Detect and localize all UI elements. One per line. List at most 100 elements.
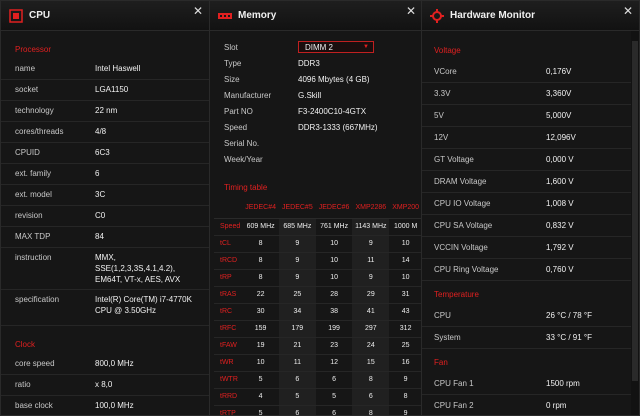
mem-row-week-year: Week/Year bbox=[224, 154, 263, 164]
timing-cell: 41 bbox=[352, 303, 390, 321]
timing-cell: 8 bbox=[242, 252, 279, 270]
volt-row-gt: GT Voltage 0,000 V bbox=[422, 149, 639, 171]
timing-cell: 43 bbox=[389, 303, 422, 321]
timing-cell: 4 bbox=[242, 388, 279, 406]
slot-dropdown[interactable]: DIMM 2 ▼ bbox=[298, 41, 374, 53]
timing-row-label: tWTR bbox=[214, 371, 243, 389]
mem-row-part-no: Part NO F3-2400C10-4GTX bbox=[224, 106, 367, 116]
timing-cell: 6 bbox=[315, 371, 353, 389]
timing-cell: 8 bbox=[352, 405, 390, 415]
timing-cell: 23 bbox=[315, 337, 353, 355]
cpu-row-instruction: instruction MMX, SSE(1,2,3,3S,4.1,4.2), E… bbox=[1, 248, 209, 290]
cpu-row-ext-family: ext. family 6 bbox=[1, 164, 209, 185]
timing-cell: 9 bbox=[352, 235, 390, 253]
timing-cell: 8 bbox=[242, 235, 279, 253]
timing-row: tRRD 4 5 5 6 8 bbox=[214, 388, 422, 406]
volt-row-vccin: VCCIN Voltage 1,792 V bbox=[422, 237, 639, 259]
timing-cell: 8 bbox=[389, 388, 422, 406]
mem-row-type: Type DDR3 bbox=[224, 58, 320, 68]
timing-cell: 21 bbox=[278, 337, 316, 355]
timing-cell: 25 bbox=[278, 286, 316, 304]
processor-list: name Intel Haswell socket LGA1150 technolo… bbox=[1, 59, 209, 326]
timing-header-xmp200: XMP200 bbox=[389, 198, 422, 219]
volt-row-dram: DRAM Voltage 1,600 V bbox=[422, 171, 639, 193]
cpu-row-cpuid: CPUID 6C3 bbox=[1, 143, 209, 164]
timing-cell: 6 bbox=[278, 405, 316, 415]
cpu-row-technology: technology 22 nm bbox=[1, 101, 209, 122]
cpu-icon bbox=[9, 8, 23, 23]
timing-cell: 12 bbox=[315, 354, 353, 372]
timing-row-label: tFAW bbox=[214, 337, 243, 355]
timing-row: tWTR 5 6 6 8 9 bbox=[214, 371, 422, 389]
timing-cell: 10 bbox=[315, 235, 353, 253]
timing-cell: 10 bbox=[315, 252, 353, 270]
timing-cell: 6 bbox=[315, 405, 353, 415]
timing-cell: 10 bbox=[315, 269, 353, 287]
memory-close-button[interactable]: ✕ bbox=[404, 5, 418, 19]
timing-cell: 10 bbox=[389, 235, 422, 253]
chevron-down-icon: ▼ bbox=[363, 44, 369, 50]
hw-scrollbar-thumb[interactable] bbox=[632, 41, 638, 381]
timing-cell: 29 bbox=[352, 286, 390, 304]
timing-cell: 11 bbox=[278, 354, 316, 372]
hardware-monitor-close-button[interactable]: ✕ bbox=[621, 5, 635, 19]
timing-row-label: Speed bbox=[214, 218, 243, 236]
timing-cell: 19 bbox=[242, 337, 279, 355]
cpu-titlebar[interactable]: CPU ✕ bbox=[1, 1, 209, 31]
timing-cell: 9 bbox=[352, 269, 390, 287]
timing-section-title: Timing table bbox=[224, 183, 268, 192]
timing-cell: 24 bbox=[352, 337, 390, 355]
temp-row-system: System 33 °C / 91 °F bbox=[422, 327, 639, 349]
volt-row-cpu-sa: CPU SA Voltage 0,832 V bbox=[422, 215, 639, 237]
timing-row-label: tWR bbox=[214, 354, 243, 372]
cpu-close-button[interactable]: ✕ bbox=[191, 5, 205, 19]
timing-row-label: tCL bbox=[214, 235, 243, 253]
memory-title: Memory bbox=[238, 10, 277, 21]
timing-cell: 8 bbox=[352, 371, 390, 389]
timing-cell: 6 bbox=[278, 371, 316, 389]
timing-cell: 10 bbox=[389, 269, 422, 287]
cpu-row-core-speed: core speed 800,0 MHz bbox=[1, 354, 209, 375]
memory-window: Memory ✕ Slot DIMM 2 ▼ Type DDR3 Size 4096… bbox=[209, 0, 423, 416]
timing-cell: 8 bbox=[242, 269, 279, 287]
timing-cell: 609 MHz bbox=[242, 218, 279, 236]
memory-icon bbox=[218, 12, 232, 19]
timing-header-row: JEDEC#4 JEDEC#5 JEDEC#6 XMP2286 XMP200 bbox=[214, 198, 422, 219]
timing-cell: 9 bbox=[389, 405, 422, 415]
memory-titlebar[interactable]: Memory ✕ bbox=[210, 1, 422, 31]
timing-cell: 6 bbox=[352, 388, 390, 406]
hardware-monitor-titlebar[interactable]: Hardware Monitor ✕ bbox=[422, 1, 639, 31]
hw-scrollbar[interactable] bbox=[631, 31, 639, 415]
volt-row-5v: 5V 5,000V bbox=[422, 105, 639, 127]
slot-row: Slot DIMM 2 ▼ bbox=[210, 39, 422, 55]
processor-section-title: Processor bbox=[15, 45, 52, 54]
clock-section-title: Clock bbox=[15, 340, 36, 349]
timing-cell: 38 bbox=[315, 303, 353, 321]
timing-row: tCL 8 9 10 9 10 bbox=[214, 235, 422, 253]
cpu-row-base-clock: base clock 100,0 MHz bbox=[1, 396, 209, 415]
timing-row: tFAW 19 21 23 24 25 bbox=[214, 337, 422, 355]
timing-table: JEDEC#4 JEDEC#5 JEDEC#6 XMP2286 XMP200 S… bbox=[214, 198, 422, 415]
mem-row-manufacturer: Manufacturer G.Skill bbox=[224, 90, 322, 100]
timing-cell: 25 bbox=[389, 337, 422, 355]
timing-cell: 5 bbox=[315, 388, 353, 406]
timing-cell: 312 bbox=[389, 320, 422, 338]
cpu-row-specification: specification Intel(R) Core(TM) i7-4770K … bbox=[1, 290, 209, 326]
timing-cell: 9 bbox=[278, 235, 316, 253]
volt-row-cpu-ring: CPU Ring Voltage 0,760 V bbox=[422, 259, 639, 281]
timing-header-jedec5: JEDEC#5 bbox=[278, 198, 316, 219]
timing-row-label: tRAS bbox=[214, 286, 243, 304]
timing-row: tRCD 8 9 10 11 14 bbox=[214, 252, 422, 270]
timing-row: tRC 30 34 38 41 43 bbox=[214, 303, 422, 321]
timing-row-label: tRP bbox=[214, 269, 243, 287]
timing-row-label: tRRD bbox=[214, 388, 243, 406]
timing-row: tRP 8 9 10 9 10 bbox=[214, 269, 422, 287]
timing-header-xmp2286: XMP2286 bbox=[352, 198, 390, 219]
timing-cell: 9 bbox=[389, 371, 422, 389]
timing-cell: 5 bbox=[242, 371, 279, 389]
timing-row: tRAS 22 25 28 29 31 bbox=[214, 286, 422, 304]
timing-header-jedec4: JEDEC#4 bbox=[242, 198, 279, 219]
timing-row: tRFC 159 179 199 297 312 bbox=[214, 320, 422, 338]
timing-cell: 1143 MHz bbox=[352, 218, 390, 236]
timing-cell: 9 bbox=[278, 269, 316, 287]
